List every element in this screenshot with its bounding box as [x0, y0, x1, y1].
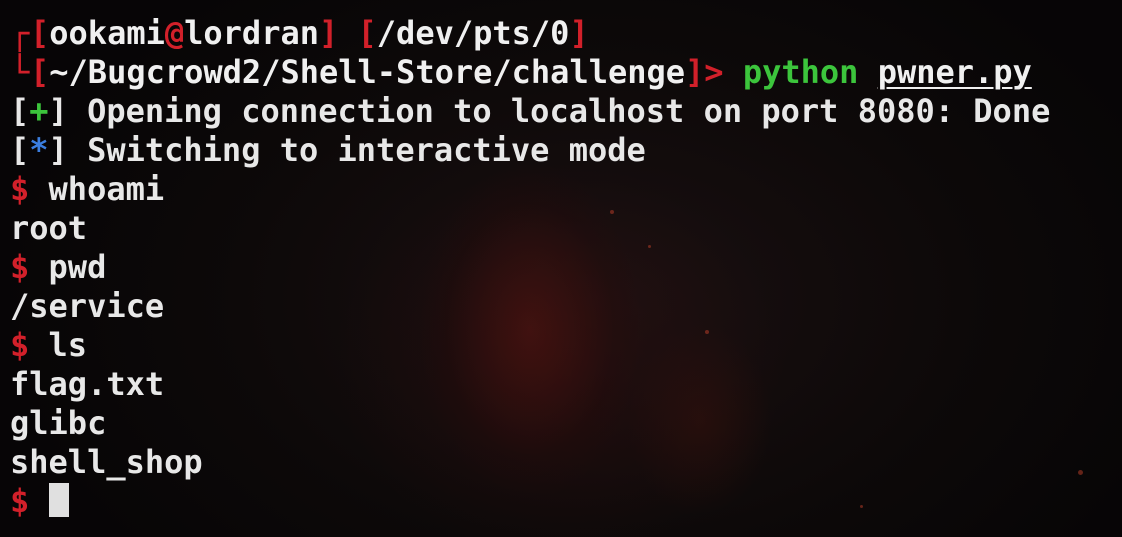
shell-output-line: shell_shop — [10, 443, 203, 481]
prompt-host: lordran — [184, 14, 319, 52]
status-line: [+] Opening connection to localhost on p… — [10, 92, 1051, 130]
terminal-window[interactable]: ┌[ookami@lordran] [/dev/pts/0] └[~/Bugcr… — [0, 0, 1122, 537]
prompt-cwd: ~/Bugcrowd2/Shell-Store/challenge — [49, 53, 686, 91]
prompt-user: ookami — [49, 14, 165, 52]
shell-output-line: root — [10, 209, 88, 247]
shell-command-line: $ ls — [10, 326, 1050, 365]
shell-output-line: /service — [10, 287, 165, 325]
shell-command: ls — [48, 326, 88, 364]
status-marker-plus: + — [29, 92, 49, 130]
shell-output-line: glibc — [10, 404, 107, 442]
prompt-arrow: > — [704, 53, 724, 91]
prompt-corner-bottom: └ — [10, 53, 30, 91]
prompt-corner-top: ┌ — [10, 14, 30, 52]
shell-command-line: $ whoami — [10, 170, 1050, 209]
status-marker-star: * — [29, 131, 49, 169]
status-text: Opening connection to localhost on port … — [87, 92, 1051, 130]
shell-prompt-symbol: $ — [10, 326, 30, 364]
shell-prompt-symbol: $ — [10, 482, 30, 520]
shell-command: whoami — [48, 170, 165, 208]
shell-prompt-symbol: $ — [10, 170, 30, 208]
shell-command: pwd — [48, 248, 107, 286]
text-cursor[interactable] — [48, 483, 69, 517]
status-line: [*] Switching to interactive mode — [10, 131, 646, 169]
command-argument: pwner.py — [877, 53, 1032, 91]
shell-command-line: $ pwd — [10, 248, 1050, 287]
shell-output-line: flag.txt — [10, 365, 165, 403]
background-ember — [1078, 470, 1083, 475]
command-name: python — [742, 53, 859, 91]
active-prompt-line[interactable]: $ — [10, 482, 1050, 521]
prompt-at: @ — [164, 14, 185, 52]
prompt-line-1: ┌[ookami@lordran] [/dev/pts/0] — [10, 14, 589, 52]
prompt-line-2: └[~/Bugcrowd2/Shell-Store/challenge]> py… — [10, 53, 1032, 91]
shell-prompt-symbol: $ — [10, 248, 30, 286]
prompt-tty: /dev/pts/0 — [376, 14, 570, 52]
status-text: Switching to interactive mode — [87, 131, 646, 169]
terminal-output: ┌[ookami@lordran] [/dev/pts/0] └[~/Bugcr… — [10, 14, 1050, 521]
